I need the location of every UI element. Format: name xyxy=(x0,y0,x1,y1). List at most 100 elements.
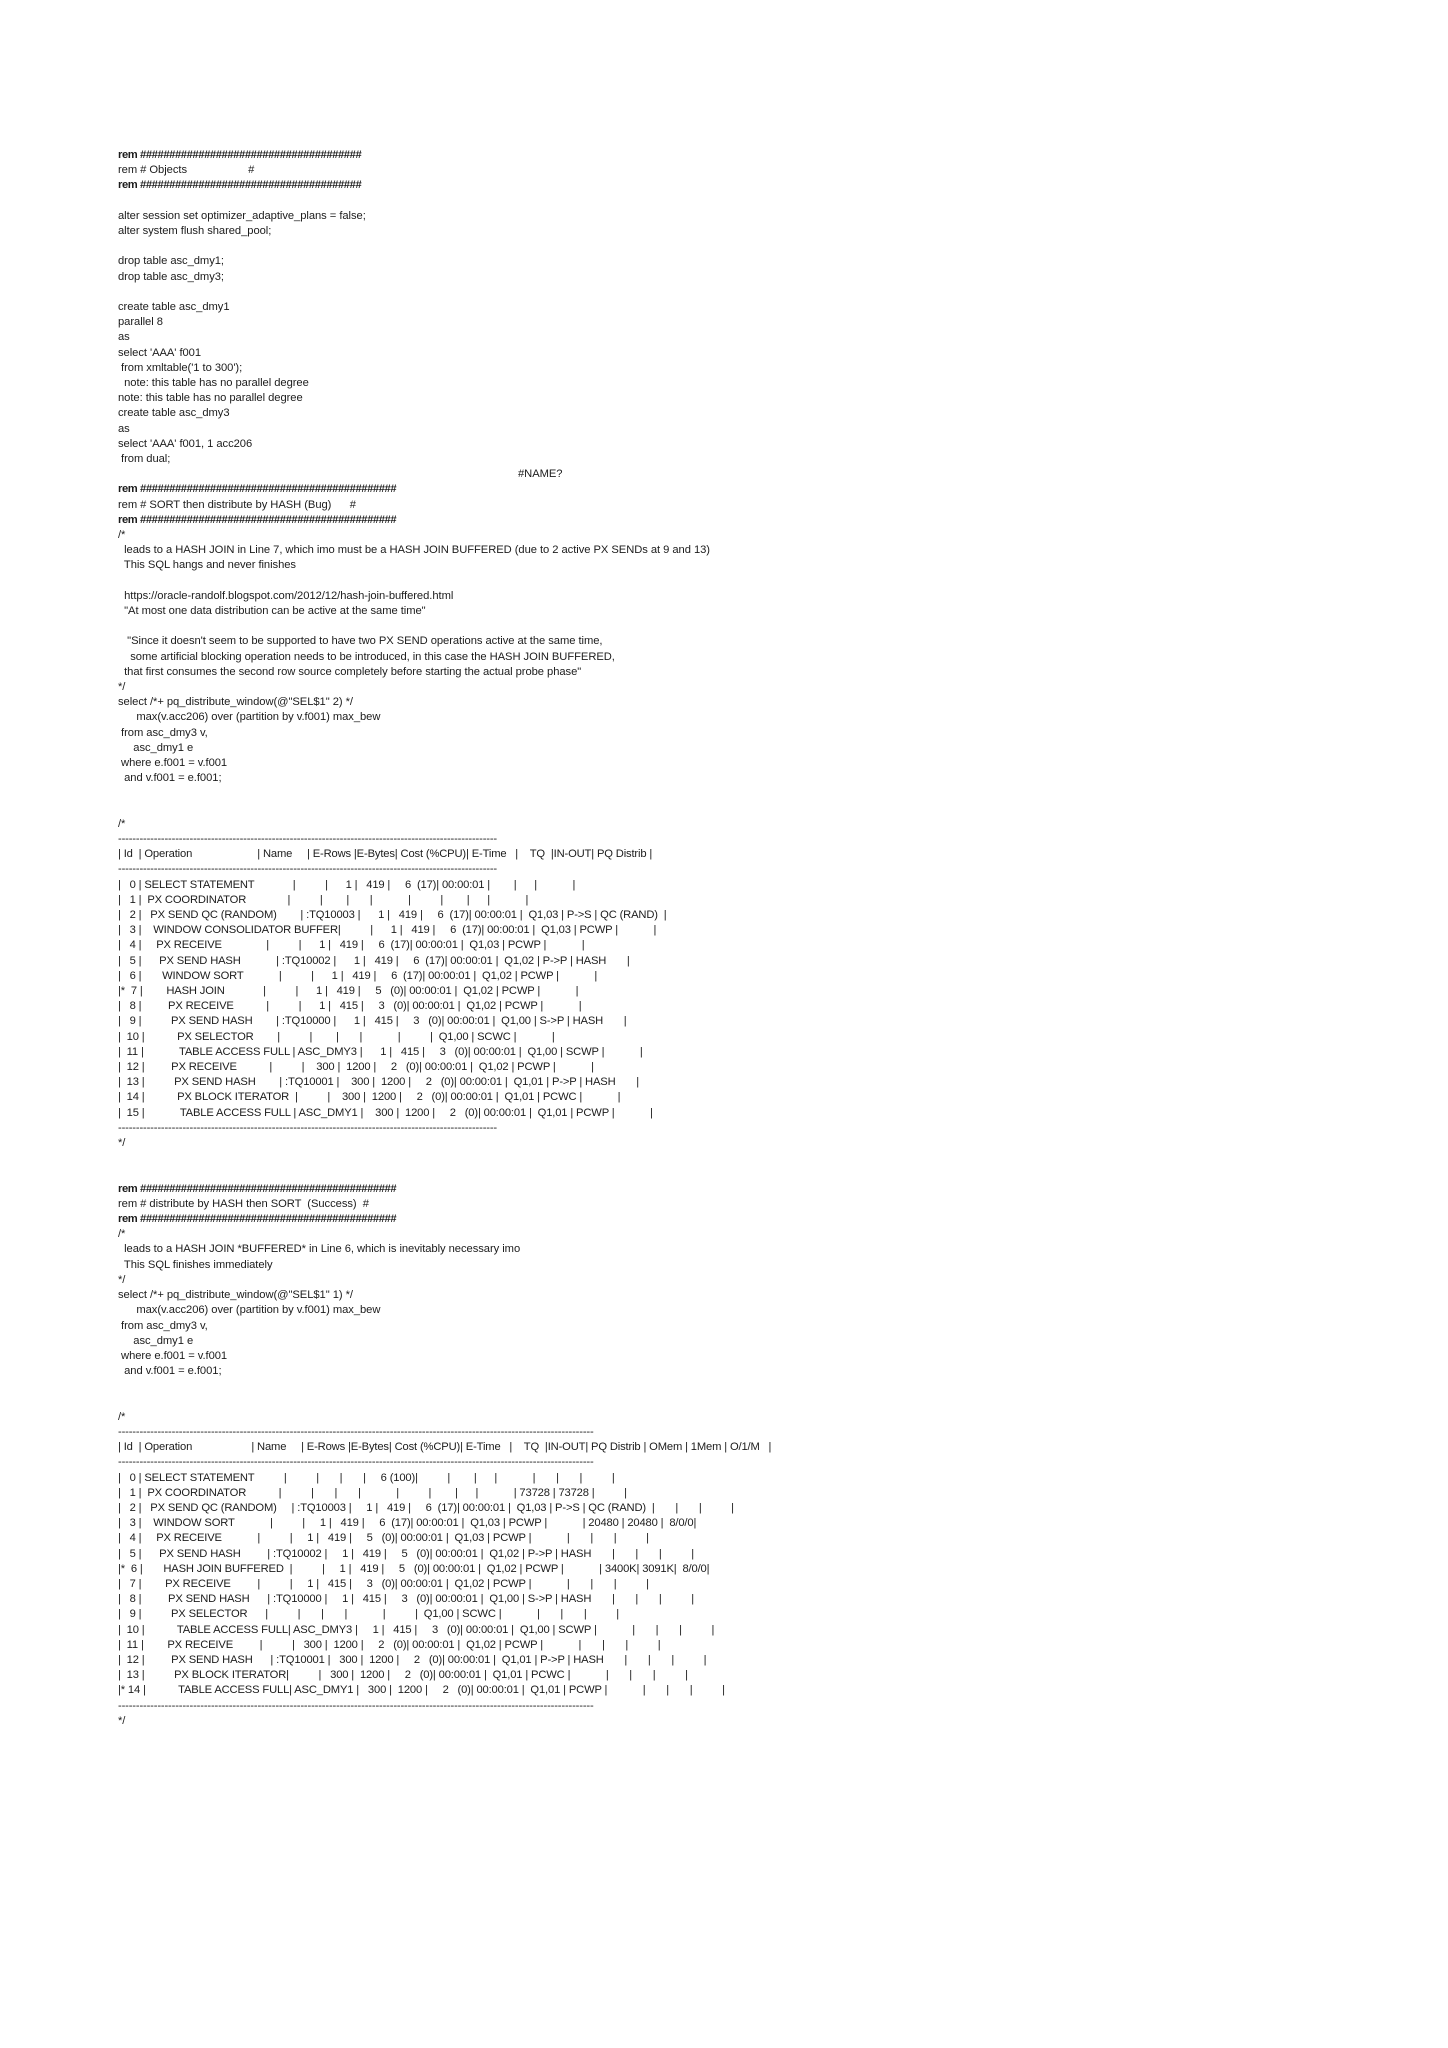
plan1-row-2: | 2 | PX SEND QC (RANDOM) | :TQ10003 | 1… xyxy=(118,909,667,922)
sql1-join-clause: asc_dmy1 e xyxy=(118,741,194,754)
plan2-row-6: |* 6 | HASH JOIN BUFFERED | | 1 | 419 | … xyxy=(118,1562,710,1575)
plan2-row-7: | 7 | PX RECEIVE | | 1 | 415 | 3 (0)| 00… xyxy=(118,1577,649,1590)
reference-blog-url[interactable]: https://oracle-randolf.blogspot.com/2012… xyxy=(118,589,1348,604)
name-error-text: #NAME? xyxy=(518,468,563,481)
alter-session-stmt: alter session set optimizer_adaptive_pla… xyxy=(118,209,366,222)
sql1-max-clause: max(v.acc206) over (partition by v.f001)… xyxy=(118,711,381,724)
sql2-join-clause: asc_dmy1 e xyxy=(118,1334,194,1347)
explanation-line-3: that first consumes the second row sourc… xyxy=(118,665,582,678)
plan1-row-0: | 0 | SELECT STATEMENT | | 1 | 419 | 6 (… xyxy=(118,878,576,891)
plan2-row-9: | 9 | PX SELECTOR | | | | | | Q1,00 | SC… xyxy=(118,1608,619,1621)
drop-table-dmy3-stmt: drop table asc_dmy3; xyxy=(118,270,224,283)
explanation-line-2: some artificial blocking operation needs… xyxy=(118,650,615,663)
reference-blog-quote: "At most one data distribution can be ac… xyxy=(118,605,426,618)
sql1-where-clause: where e.f001 = v.f001 xyxy=(118,757,228,770)
success-banner-title: rem # distribute by HASH then SORT (Succ… xyxy=(118,1197,369,1210)
create-dmy3-select-stmt: select 'AAA' f001, 1 acc206 xyxy=(118,437,253,450)
success-banner-top: rem ####################################… xyxy=(118,1182,397,1195)
plan1-row-12: | 12 | PX RECEIVE | | 300 | 1200 | 2 (0)… xyxy=(118,1061,594,1074)
sort-banner-top: rem ####################################… xyxy=(118,483,397,496)
comment-close-marker-1: */ xyxy=(118,681,126,694)
comment-open-marker-2: /* xyxy=(118,817,126,830)
success-description-line-1: leads to a HASH JOIN *BUFFERED* in Line … xyxy=(118,1243,521,1256)
bug-description-line-2: This SQL hangs and never finishes xyxy=(118,559,296,572)
sql2-and-clause: and v.f001 = e.f001; xyxy=(118,1365,222,1378)
plan2-row-0: | 0 | SELECT STATEMENT | | | | 6 (100)| … xyxy=(118,1471,615,1484)
success-banner-bottom: rem ####################################… xyxy=(118,1213,397,1226)
plan1-row-4: | 4 | PX RECEIVE | | 1 | 419 | 6 (17)| 0… xyxy=(118,939,585,952)
plan1-separator-mid: ----------------------------------------… xyxy=(118,863,498,876)
sql1-and-clause: and v.f001 = e.f001; xyxy=(118,772,222,785)
execution-plan-table-success: ----------------------------------------… xyxy=(118,1425,1348,1714)
plan1-column-header: | Id | Operation | Name | E-Rows |E-Byte… xyxy=(118,848,653,861)
sql2-select-clause: select /*+ pq_distribute_window(@"SEL$1"… xyxy=(118,1289,353,1302)
sort-banner-bottom: rem ####################################… xyxy=(118,513,397,526)
plan2-row-8: | 8 | PX SEND HASH | :TQ10000 | 1 | 415 … xyxy=(118,1593,694,1606)
plan2-separator-top: ----------------------------------------… xyxy=(118,1425,594,1438)
plan2-row-13: | 13 | PX BLOCK ITERATOR| | 300 | 1200 |… xyxy=(118,1669,688,1682)
plan1-row-14: | 14 | PX BLOCK ITERATOR | | 300 | 1200 … xyxy=(118,1091,621,1104)
plan2-column-header: | Id | Operation | Name | E-Rows |E-Byte… xyxy=(118,1441,772,1454)
plan2-row-3: | 3 | WINDOW SORT | | 1 | 419 | 6 (17)| … xyxy=(118,1517,697,1530)
plan2-row-10: | 10 | TABLE ACCESS FULL| ASC_DMY3 | 1 |… xyxy=(118,1623,715,1636)
objects-banner-bottom: rem ####################################… xyxy=(118,179,362,192)
sql2-where-clause: where e.f001 = v.f001 xyxy=(118,1349,228,1362)
plan2-row-1: | 1 | PX COORDINATOR | | | | | | | | | 7… xyxy=(118,1486,627,1499)
sort-banner-title: rem # SORT then distribute by HASH (Bug)… xyxy=(118,498,356,511)
note-line-2: note: this table has no parallel degree xyxy=(118,392,303,405)
bug-description-line-1: leads to a HASH JOIN in Line 7, which im… xyxy=(118,544,710,557)
execution-plan-table-bug: ----------------------------------------… xyxy=(118,832,1348,1136)
document-page: rem ####################################… xyxy=(0,0,1448,2048)
comment-open-marker-3: /* xyxy=(118,1228,126,1241)
create-dmy3-stmt: create table asc_dmy3 xyxy=(118,407,230,420)
plan2-row-2: | 2 | PX SEND QC (RANDOM) | :TQ10003 | 1… xyxy=(118,1501,734,1514)
comment-open-marker-1: /* xyxy=(118,529,126,542)
comment-open-marker-4: /* xyxy=(118,1410,126,1423)
create-dmy1-stmt: create table asc_dmy1 xyxy=(118,300,230,313)
plan1-row-1: | 1 | PX COORDINATOR | | | | | | | | | xyxy=(118,893,529,906)
sql1-from-clause: from asc_dmy3 v, xyxy=(118,726,208,739)
plan2-separator-bottom: ----------------------------------------… xyxy=(118,1699,594,1712)
create-dmy1-from-stmt: from xmltable('1 to 300'); xyxy=(118,361,243,374)
create-dmy1-as-stmt: as xyxy=(118,331,130,344)
alter-system-stmt: alter system flush shared_pool; xyxy=(118,225,272,237)
plan1-row-6: | 6 | WINDOW SORT | | 1 | 419 | 6 (17)| … xyxy=(118,969,598,982)
plan1-row-10: | 10 | PX SELECTOR | | | | | | Q1,00 | S… xyxy=(118,1030,555,1043)
plan2-row-14: |* 14 | TABLE ACCESS FULL| ASC_DMY1 | 30… xyxy=(118,1684,725,1697)
objects-banner-title: rem # Objects # xyxy=(118,164,255,177)
plan1-row-13: | 13 | PX SEND HASH | :TQ10001 | 300 | 1… xyxy=(118,1076,640,1089)
create-dmy3-as-stmt: as xyxy=(118,422,130,435)
sql2-max-clause: max(v.acc206) over (partition by v.f001)… xyxy=(118,1304,381,1317)
script-success-section: */ rem #################################… xyxy=(118,1136,1348,1425)
explanation-line-1: "Since it doesn't seem to be supported t… xyxy=(118,635,603,648)
plan1-row-9: | 9 | PX SEND HASH | :TQ10000 | 1 | 415 … xyxy=(118,1015,627,1028)
comment-close-marker-3: */ xyxy=(118,1273,126,1286)
create-dmy1-select-stmt: select 'AAA' f001 xyxy=(118,346,202,359)
create-dmy3-from-stmt: from dual; xyxy=(118,453,171,466)
objects-banner-top: rem ####################################… xyxy=(118,149,362,161)
sql2-from-clause: from asc_dmy3 v, xyxy=(118,1319,208,1332)
plan2-separator-mid: ----------------------------------------… xyxy=(118,1456,594,1469)
comment-close-marker-4: */ xyxy=(118,1714,126,1727)
plan2-row-5: | 5 | PX SEND HASH | :TQ10002 | 1 | 419 … xyxy=(118,1547,694,1560)
plan1-row-11: | 11 | TABLE ACCESS FULL | ASC_DMY3 | 1 … xyxy=(118,1045,643,1058)
document-body: rem ####################################… xyxy=(118,148,1348,1729)
plan1-separator-bottom: ----------------------------------------… xyxy=(118,1121,498,1134)
plan2-row-11: | 11 | PX RECEIVE | | 300 | 1200 | 2 (0)… xyxy=(118,1638,661,1651)
plan2-row-4: | 4 | PX RECEIVE | | 1 | 419 | 5 (0)| 00… xyxy=(118,1532,649,1545)
plan1-row-3: | 3 | WINDOW CONSOLIDATOR BUFFER| | 1 | … xyxy=(118,924,657,937)
sql1-select-clause: select /*+ pq_distribute_window(@"SEL$1"… xyxy=(118,696,353,709)
success-description-line-2: This SQL finishes immediately xyxy=(118,1258,273,1271)
plan1-separator-top: ----------------------------------------… xyxy=(118,833,498,846)
create-dmy1-parallel-stmt: parallel 8 xyxy=(118,316,163,329)
comment-close-marker-2: */ xyxy=(118,1137,126,1150)
